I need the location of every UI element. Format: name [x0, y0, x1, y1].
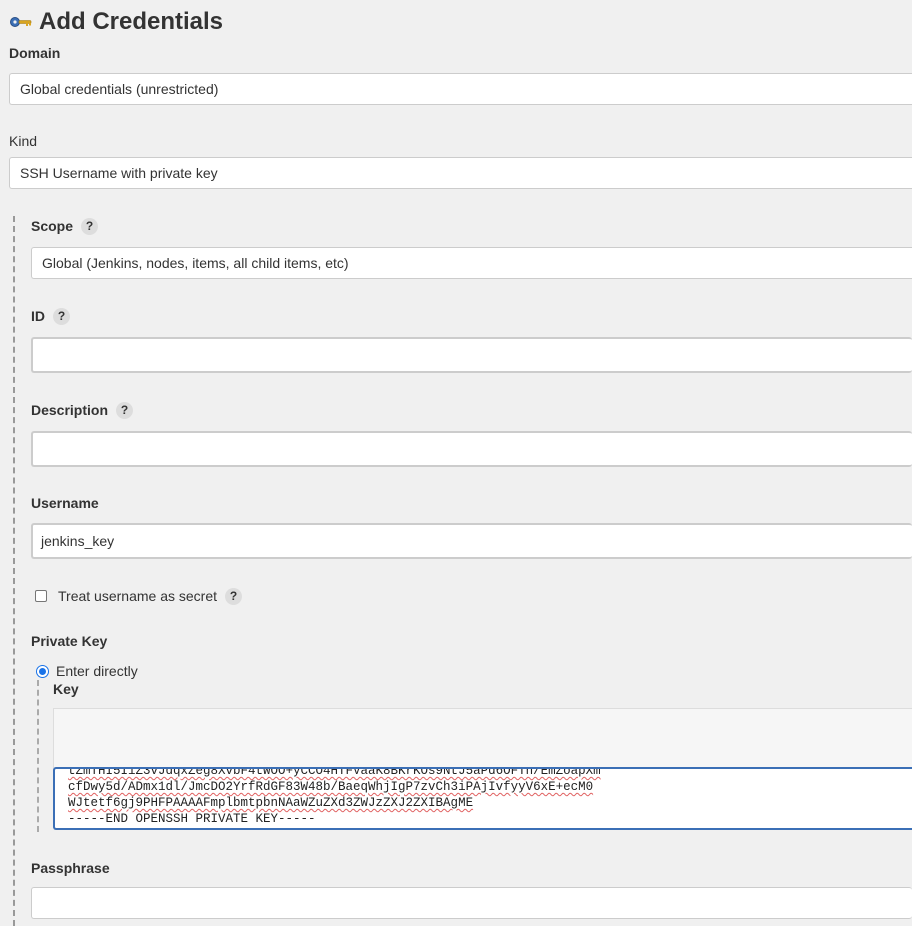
scope-label-row: Scope ? — [31, 217, 99, 235]
scope-select[interactable]: Global (Jenkins, nodes, items, all child… — [31, 247, 912, 279]
description-label-row: Description ? — [31, 401, 134, 419]
page-title: Add Credentials — [39, 8, 224, 35]
description-input[interactable] — [31, 431, 912, 467]
kind-label: Kind — [9, 133, 38, 149]
key-line: -----END OPENSSH PRIVATE KEY----- — [68, 812, 316, 826]
key-line: tZmTHI5IiZ3vJdqxZeg8XvbF4tWOO+yCCO4HTFVa… — [68, 767, 601, 778]
id-help-icon[interactable]: ? — [53, 307, 70, 325]
section-divider — [13, 216, 15, 926]
description-label: Description — [31, 402, 109, 418]
kind-select-value: SSH Username with private key — [20, 165, 218, 181]
id-input[interactable] — [31, 337, 912, 373]
key-textarea[interactable]: tZmTHI5IiZ3vJdqxZeg8XvbF4tWOO+yCCO4HTFVa… — [53, 767, 912, 830]
username-label: Username — [31, 495, 99, 511]
domain-label: Domain — [9, 45, 61, 61]
treat-secret-label[interactable]: Treat username as secret — [58, 588, 217, 604]
private-key-label: Private Key — [31, 633, 108, 649]
id-label: ID — [31, 308, 45, 324]
treat-secret-checkbox[interactable] — [35, 590, 47, 602]
scope-help-icon[interactable]: ? — [81, 217, 99, 235]
key-icon — [9, 11, 33, 34]
description-help-icon[interactable]: ? — [116, 401, 134, 419]
passphrase-label: Passphrase — [31, 860, 110, 876]
key-line: WJtetf6gj9PHFPAAAAFmplbmtpbnNAaWZuZXd3ZW… — [68, 796, 474, 810]
username-input[interactable]: jenkins_key — [31, 523, 912, 559]
passphrase-input[interactable] — [31, 887, 912, 919]
domain-select-value: Global credentials (unrestricted) — [20, 81, 219, 97]
page-title-row: Add Credentials — [9, 6, 223, 38]
kind-select[interactable]: SSH Username with private key — [9, 157, 912, 189]
enter-directly-row: Enter directly — [36, 663, 138, 679]
key-label: Key — [53, 681, 79, 697]
treat-secret-help-icon[interactable]: ? — [225, 587, 242, 605]
scope-label: Scope — [31, 218, 74, 234]
domain-select[interactable]: Global credentials (unrestricted) — [9, 73, 912, 105]
id-label-row: ID ? — [31, 307, 70, 325]
key-textarea-resize-area — [53, 708, 912, 768]
scope-select-value: Global (Jenkins, nodes, items, all child… — [42, 255, 349, 271]
radio-selected-dot — [39, 667, 46, 675]
enter-directly-label[interactable]: Enter directly — [56, 663, 138, 679]
username-input-value: jenkins_key — [41, 533, 115, 549]
enter-directly-radio[interactable] — [36, 664, 49, 678]
treat-secret-row: Treat username as secret ? — [35, 587, 242, 605]
private-key-divider — [37, 680, 39, 832]
key-line: cfDwy5d/ADmx1dl/JmcDO2YrfRdGF83W48b/Baeq… — [68, 780, 594, 794]
